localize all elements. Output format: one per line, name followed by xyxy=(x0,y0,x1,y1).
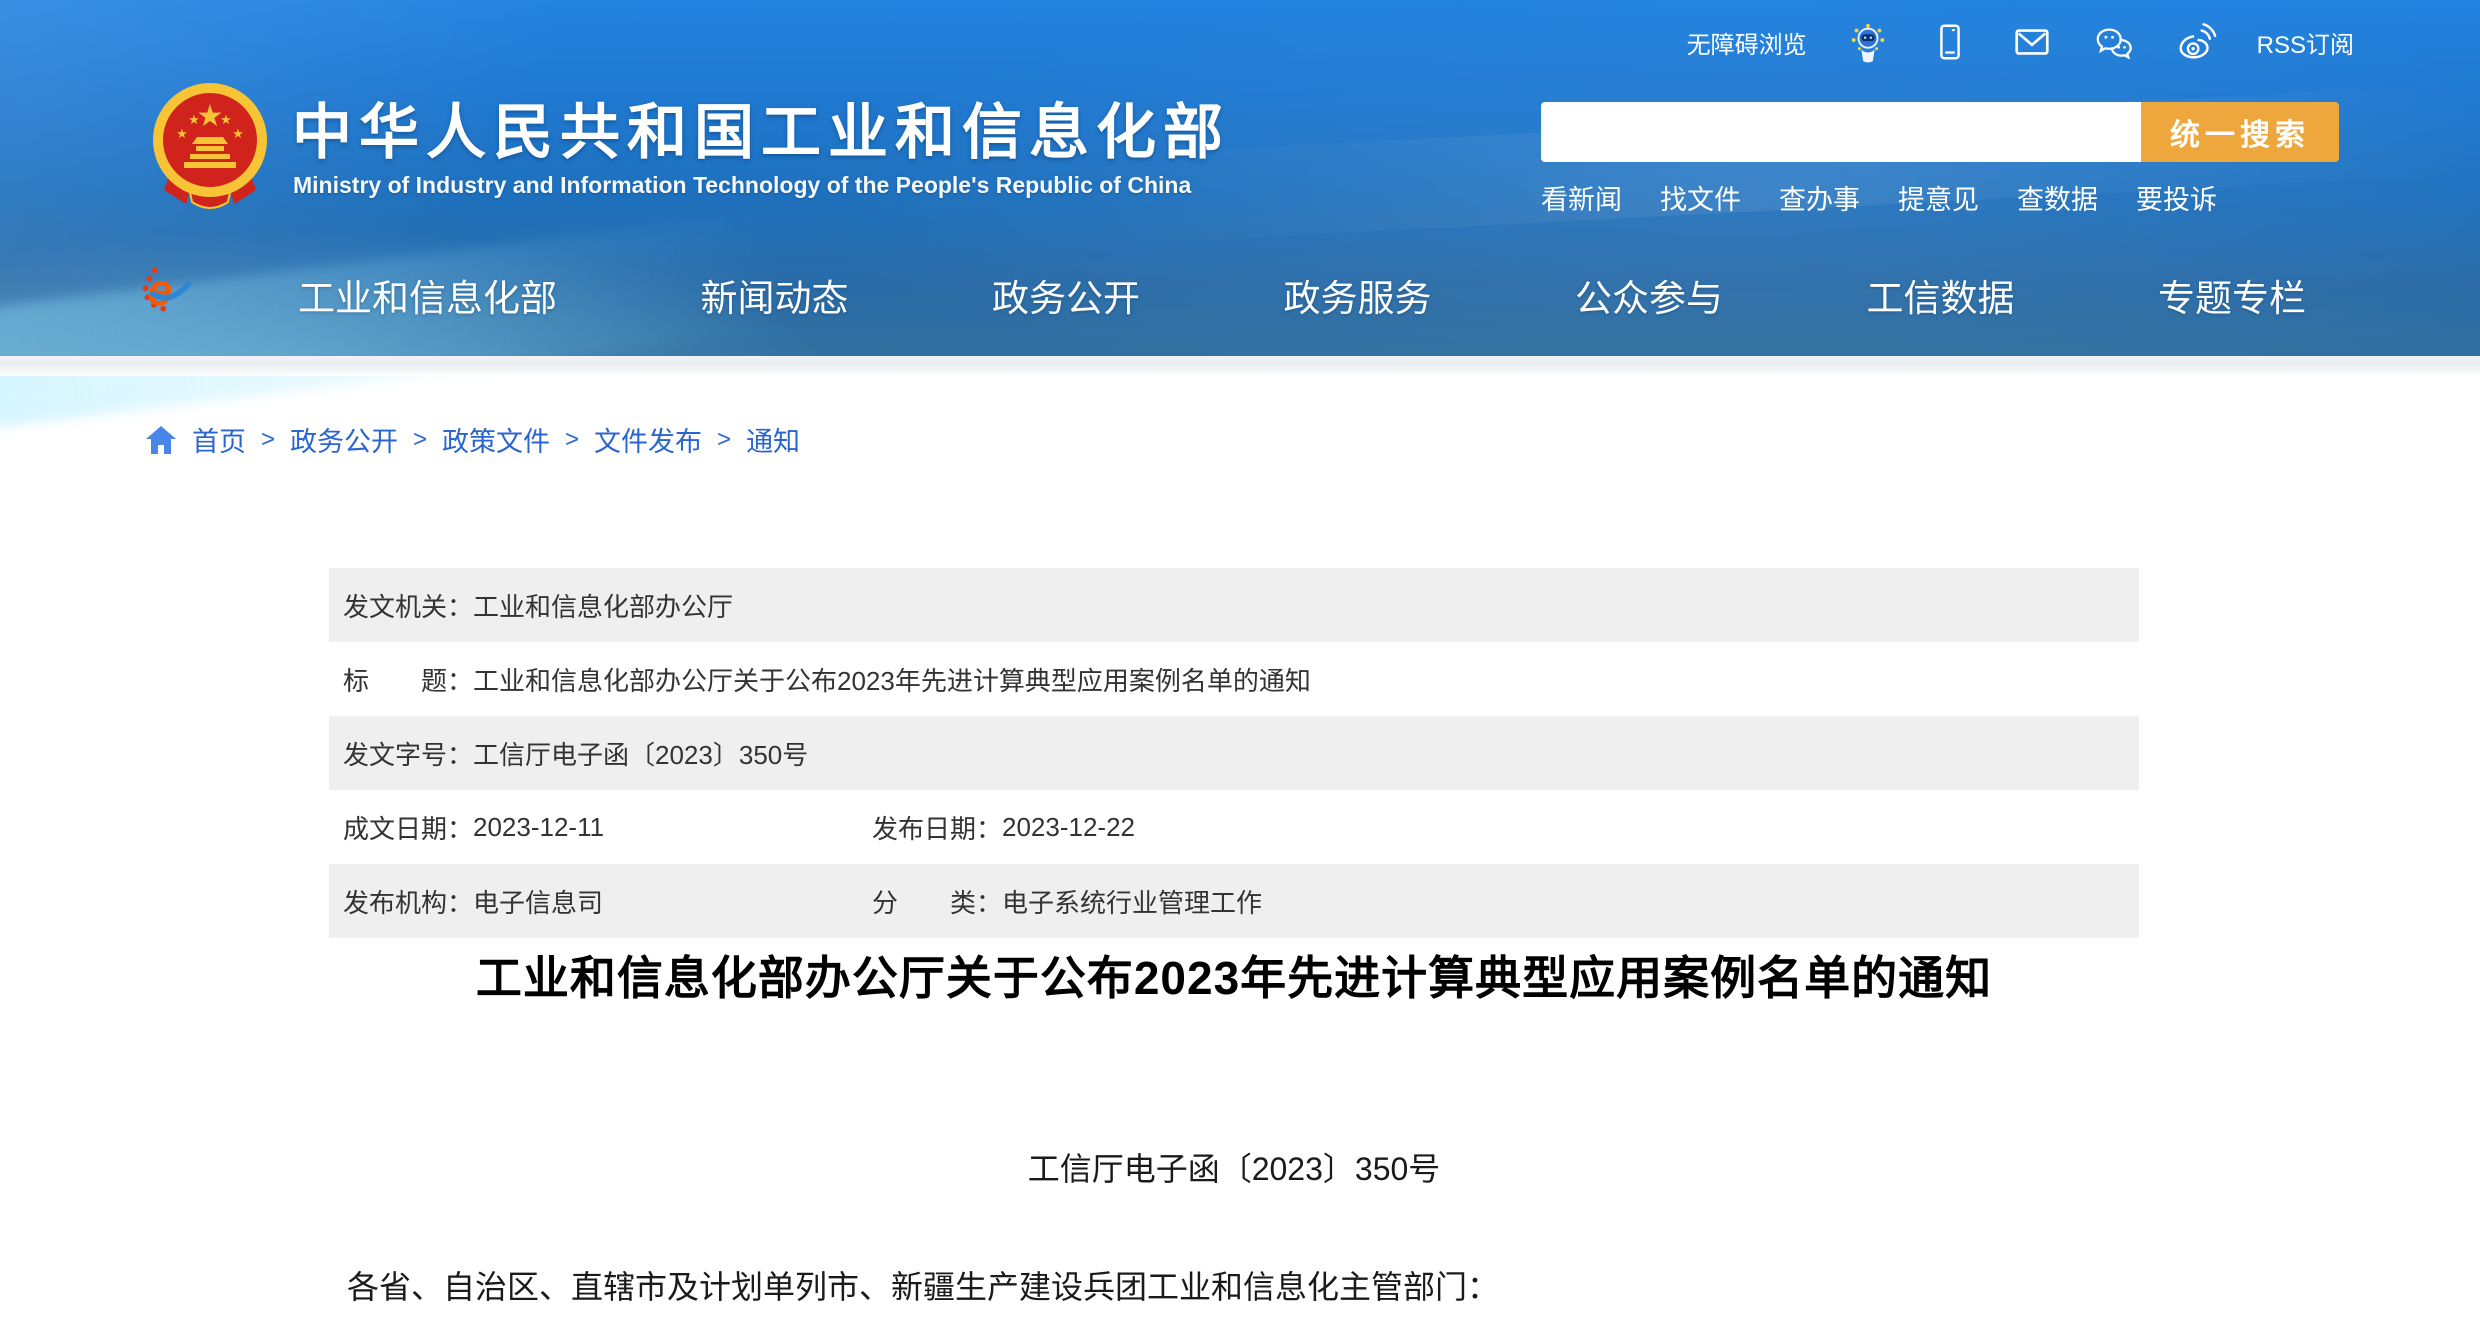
meta-row-dates: 成文日期：2023-12-11 发布日期：2023-12-22 xyxy=(329,790,2139,864)
quick-link-suggest[interactable]: 提意见 xyxy=(1898,178,1979,217)
breadcrumb-separator: > xyxy=(413,426,427,454)
utility-bar: 无障碍浏览 xyxy=(1687,16,2354,68)
nav-item-topics[interactable]: 专题专栏 xyxy=(2158,268,2306,322)
main-nav: 工业和信息化部 新闻动态 政务公开 政务服务 公众参与 工信数据 专题专栏 xyxy=(298,268,2306,322)
document-title: 工业和信息化部办公厅关于公布2023年先进计算典型应用案例名单的通知 xyxy=(329,942,2139,1008)
home-icon[interactable] xyxy=(145,425,177,455)
rss-link[interactable]: RSS订阅 xyxy=(2257,25,2354,60)
nav-item-gov-service[interactable]: 政务服务 xyxy=(1284,268,1432,322)
svg-text:★: ★ xyxy=(188,112,200,127)
site-logo[interactable]: ★ ★ ★ ★ ★ xyxy=(150,82,270,214)
meta-cell-publish-date: 发布日期：2023-12-22 xyxy=(872,809,1135,846)
breadcrumb-notice[interactable]: 通知 xyxy=(746,420,800,459)
mascot-icon[interactable] xyxy=(1847,21,1889,63)
quick-link-complaint[interactable]: 要投诉 xyxy=(2136,178,2217,217)
site-title: 中华人民共和国工业和信息化部 xyxy=(292,84,1230,171)
meta-value: 电子系统行业管理工作 xyxy=(1002,883,1262,920)
meta-label: 成文日期： xyxy=(343,809,473,846)
search-button[interactable]: 统一搜索 xyxy=(2141,102,2339,162)
meta-label: 发布日期： xyxy=(872,809,1002,846)
meta-value: 工信厅电子函〔2023〕350号 xyxy=(473,735,808,772)
meta-label: 发布机构： xyxy=(343,883,473,920)
nav-item-news[interactable]: 新闻动态 xyxy=(701,268,849,322)
nav-item-participation[interactable]: 公众参与 xyxy=(1575,268,1723,322)
meta-row-doc-number: 发文字号：工信厅电子函〔2023〕350号 xyxy=(329,716,2139,790)
miit-e-logo-icon: e xyxy=(138,262,194,318)
quick-link-news[interactable]: 看新闻 xyxy=(1541,178,1622,217)
nav-item-data[interactable]: 工信数据 xyxy=(1867,268,2015,322)
meta-label: 分 类： xyxy=(872,883,1002,920)
meta-cell-category: 分 类：电子系统行业管理工作 xyxy=(872,883,1262,920)
nav-item-gov-open[interactable]: 政务公开 xyxy=(992,268,1140,322)
breadcrumb-separator: > xyxy=(565,426,579,454)
quick-link-data[interactable]: 查数据 xyxy=(2017,178,2098,217)
document-meta-table: 发文机关：工业和信息化部办公厅 标 题：工业和信息化部办公厅关于公布2023年先… xyxy=(329,568,2139,938)
wechat-icon[interactable] xyxy=(2093,21,2135,63)
svg-text:★: ★ xyxy=(176,126,188,141)
nav-item-miit[interactable]: 工业和信息化部 xyxy=(298,268,557,322)
breadcrumb-policy-files[interactable]: 政策文件 xyxy=(442,420,550,459)
svg-text:e: e xyxy=(147,265,172,315)
meta-value: 2023-12-11 xyxy=(473,812,604,843)
meta-row-title: 标 题：工业和信息化部办公厅关于公布2023年先进计算典型应用案例名单的通知 xyxy=(329,642,2139,716)
svg-text:★: ★ xyxy=(220,112,232,127)
quick-links: 看新闻 找文件 查办事 提意见 查数据 要投诉 xyxy=(1541,178,2217,217)
quick-link-files[interactable]: 找文件 xyxy=(1660,178,1741,217)
site-header: 无障碍浏览 xyxy=(0,0,2480,356)
meta-value: 工业和信息化部办公厅关于公布2023年先进计算典型应用案例名单的通知 xyxy=(473,661,1311,698)
accessibility-link[interactable]: 无障碍浏览 xyxy=(1687,25,1807,60)
quick-link-services[interactable]: 查办事 xyxy=(1779,178,1860,217)
weibo-icon[interactable] xyxy=(2175,21,2217,63)
mobile-icon[interactable] xyxy=(1929,21,1971,63)
meta-row-issuing-agency: 发文机关：工业和信息化部办公厅 xyxy=(329,568,2139,642)
miit-notice-page: 无障碍浏览 xyxy=(0,0,2480,1342)
meta-value: 2023-12-22 xyxy=(1002,812,1135,843)
header-divider xyxy=(0,356,2480,376)
site-subtitle: Ministry of Industry and Information Tec… xyxy=(293,172,1191,199)
mail-icon[interactable] xyxy=(2011,21,2053,63)
document-salutation: 各省、自治区、直辖市及计划单列市、新疆生产建设兵团工业和信息化主管部门： xyxy=(347,1262,1499,1308)
meta-label: 标 题： xyxy=(343,661,473,698)
breadcrumb-separator: > xyxy=(261,426,275,454)
meta-value: 工业和信息化部办公厅 xyxy=(473,587,733,624)
meta-value: 电子信息司 xyxy=(473,883,603,920)
meta-label: 发文字号： xyxy=(343,735,473,772)
meta-label: 发文机关： xyxy=(343,587,473,624)
document-number: 工信厅电子函〔2023〕350号 xyxy=(329,1144,2139,1190)
breadcrumb-home[interactable]: 首页 xyxy=(192,420,246,459)
breadcrumb-file-release[interactable]: 文件发布 xyxy=(594,420,702,459)
breadcrumb-gov-open[interactable]: 政务公开 xyxy=(290,420,398,459)
breadcrumb-separator: > xyxy=(717,426,731,454)
national-emblem-icon: ★ ★ ★ ★ ★ xyxy=(150,82,270,214)
svg-text:★: ★ xyxy=(232,126,244,141)
search-input[interactable] xyxy=(1541,102,2141,162)
search-box: 统一搜索 xyxy=(1541,102,2339,162)
breadcrumb: 首页 > 政务公开 > 政策文件 > 文件发布 > 通知 xyxy=(145,420,800,459)
meta-row-publisher: 发布机构：电子信息司 分 类：电子系统行业管理工作 xyxy=(329,864,2139,938)
